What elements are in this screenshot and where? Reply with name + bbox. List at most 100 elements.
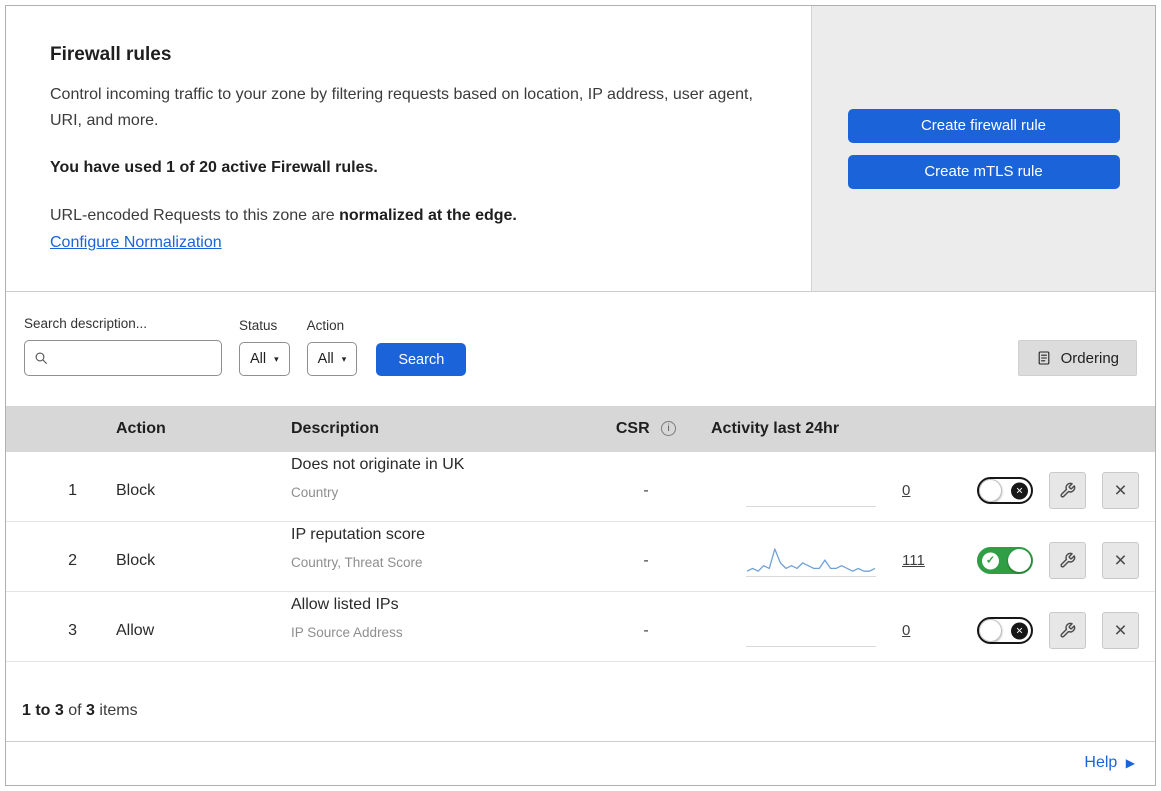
table-row: 3 Allow Allow listed IPs IP Source Addre… <box>6 592 1155 662</box>
action-group: Action All ▾ <box>306 318 358 376</box>
normalization-text: URL-encoded Requests to this zone are <box>50 207 335 225</box>
search-box <box>24 340 222 376</box>
header-section: Firewall rules Control incoming traffic … <box>6 6 1155 292</box>
status-group: Status All ▾ <box>239 318 290 376</box>
rule-priority: 2 <box>68 551 77 569</box>
rule-action: Block <box>116 551 156 569</box>
page-title: Firewall rules <box>50 44 172 65</box>
rule-activity-cell: 111 <box>691 545 931 577</box>
rule-priority: 1 <box>68 481 77 499</box>
edit-rule-button[interactable] <box>1049 472 1086 510</box>
items-total: 3 <box>86 702 95 719</box>
table-row: 2 Block IP reputation score Country, Thr… <box>6 522 1155 592</box>
status-label: Status <box>239 318 278 333</box>
ordering-label: Ordering <box>1060 349 1119 367</box>
close-icon: × <box>1114 479 1127 503</box>
rule-priority: 3 <box>68 621 77 639</box>
normalization-bold: normalized at the edge. <box>339 207 517 225</box>
help-link[interactable]: Help ▶ <box>1084 754 1135 771</box>
delete-rule-button[interactable]: × <box>1102 542 1139 580</box>
rule-description-cell: Allow listed IPs IP Source Address <box>276 592 601 643</box>
activity-sparkline <box>746 615 876 647</box>
help-label: Help <box>1084 754 1118 771</box>
activity-count-link[interactable]: 0 <box>902 482 910 499</box>
ordering-button[interactable]: Ordering <box>1017 340 1137 376</box>
filter-bar: Search description... Status All ▾ Actio… <box>6 292 1155 406</box>
delete-rule-button[interactable]: × <box>1102 472 1139 510</box>
configure-normalization-link[interactable]: Configure Normalization <box>50 234 222 251</box>
rule-criteria: Country <box>291 484 339 500</box>
toggle-knob <box>979 479 1002 503</box>
close-icon: × <box>1114 549 1127 573</box>
rule-criteria: Country, Threat Score <box>291 554 423 570</box>
rule-csr: - <box>643 481 649 499</box>
col-csr: CSR i <box>601 420 691 438</box>
toggle-state-icon: ✓ <box>982 552 999 570</box>
items-word: items <box>99 702 138 719</box>
edit-rule-button[interactable] <box>1049 612 1086 650</box>
col-activity: Activity last 24hr <box>711 420 840 437</box>
items-of: of <box>68 702 82 719</box>
help-bar: Help ▶ <box>6 741 1155 785</box>
rule-description: Allow listed IPs <box>291 596 399 613</box>
rule-enabled-toggle[interactable]: × <box>977 617 1033 645</box>
chevron-down-icon: ▾ <box>274 353 279 364</box>
rule-csr: - <box>643 621 649 639</box>
rule-description-cell: IP reputation score Country, Threat Scor… <box>276 522 601 573</box>
search-button[interactable]: Search <box>376 343 467 376</box>
toggle-state-icon: × <box>1011 622 1028 640</box>
activity-sparkline <box>746 475 876 507</box>
chevron-down-icon: ▾ <box>341 353 347 364</box>
action-filter-dropdown[interactable]: All ▾ <box>306 342 358 376</box>
normalization-note: URL-encoded Requests to this zone are no… <box>50 207 767 225</box>
items-range: 1 to 3 <box>22 702 64 719</box>
items-count: 1 to 3 of 3 items <box>6 662 1155 737</box>
rule-enabled-toggle[interactable]: × <box>977 477 1033 505</box>
rule-description: IP reputation score <box>291 526 426 543</box>
edit-rule-button[interactable] <box>1049 542 1086 580</box>
rule-csr: - <box>643 551 649 569</box>
search-icon <box>35 352 47 364</box>
close-icon: × <box>1114 619 1127 643</box>
table-header: Action Description CSR i Activity last 2… <box>6 406 1155 452</box>
activity-count-link[interactable]: 111 <box>902 552 925 569</box>
activity-sparkline <box>746 545 876 577</box>
action-filter-value: All <box>317 351 334 367</box>
col-description: Description <box>291 420 380 437</box>
search-label: Search description... <box>24 316 148 331</box>
delete-rule-button[interactable]: × <box>1102 612 1139 650</box>
rule-description: Does not originate in UK <box>291 456 465 473</box>
help-arrow-icon: ▶ <box>1125 756 1135 770</box>
action-label: Action <box>306 318 345 333</box>
usage-notice: You have used 1 of 20 active Firewall ru… <box>50 159 378 177</box>
rule-activity-cell: 0 <box>691 615 931 647</box>
rule-controls: ✓ × <box>931 542 1155 580</box>
col-action: Action <box>116 420 166 437</box>
rule-action: Block <box>116 481 156 499</box>
csr-label: CSR <box>615 420 650 437</box>
rule-enabled-toggle[interactable]: ✓ <box>977 547 1033 575</box>
activity-count-link[interactable]: 0 <box>902 622 910 639</box>
wrench-icon <box>1060 552 1076 568</box>
toggle-knob <box>1008 549 1031 573</box>
firewall-rules-page: Firewall rules Control incoming traffic … <box>5 5 1156 786</box>
rule-controls: × × <box>931 612 1155 650</box>
actions-panel: Create firewall rule Create mTLS rule <box>811 6 1155 291</box>
toggle-knob <box>979 619 1002 643</box>
rule-criteria: IP Source Address <box>291 624 403 640</box>
wrench-icon <box>1060 622 1076 638</box>
status-filter-dropdown[interactable]: All ▾ <box>239 342 290 376</box>
create-firewall-rule-button[interactable]: Create firewall rule <box>847 108 1120 143</box>
status-filter-value: All <box>250 351 267 367</box>
rule-action: Allow <box>116 621 155 639</box>
search-input[interactable] <box>55 349 212 367</box>
table-row: 1 Block Does not originate in UK Country… <box>6 452 1155 522</box>
header-text-block: Firewall rules Control incoming traffic … <box>6 6 811 291</box>
page-description: Control incoming traffic to your zone by… <box>50 86 753 129</box>
wrench-icon <box>1060 482 1076 498</box>
ordering-list-icon <box>1038 351 1050 365</box>
rule-description-cell: Does not originate in UK Country <box>276 452 601 503</box>
rule-activity-cell: 0 <box>691 475 931 507</box>
info-icon[interactable]: i <box>661 421 677 436</box>
create-mtls-rule-button[interactable]: Create mTLS rule <box>847 154 1120 189</box>
